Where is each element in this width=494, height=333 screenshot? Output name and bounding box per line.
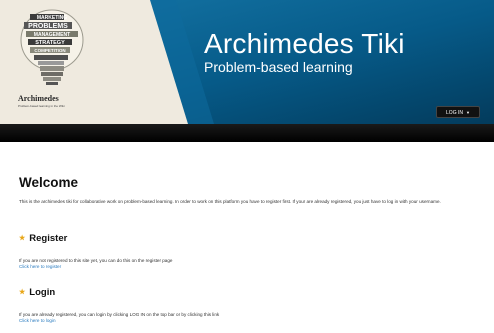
logo-word-2: PROBLEMS xyxy=(28,23,68,30)
register-section: If you are not registered to this site y… xyxy=(19,258,479,269)
star-icon: ★ xyxy=(19,235,26,243)
login-heading: ★ Login xyxy=(19,288,55,298)
intro-text: This is the archimedes tiki for collabor… xyxy=(19,198,441,204)
site-banner: MARKETING PROBLEMS MANAGEMENT STRATEGY C… xyxy=(0,0,494,124)
logo-tagline: Problem-based learning in the Wiki xyxy=(18,104,65,108)
logo-word-5: COMPETITION xyxy=(34,48,65,53)
logo[interactable]: MARKETING PROBLEMS MANAGEMENT STRATEGY C… xyxy=(0,0,150,124)
caret-down-icon: ▼ xyxy=(465,110,470,115)
login-button[interactable]: LOG IN ▼ xyxy=(436,106,480,118)
logo-word-1: MARKETING xyxy=(37,15,67,21)
login-button-label: LOG IN xyxy=(446,110,463,116)
main-content: Welcome This is the archimedes tiki for … xyxy=(19,175,479,323)
page-title: Welcome xyxy=(19,175,79,190)
login-section: If you are already registered, you can l… xyxy=(19,312,479,323)
login-heading-text: Login xyxy=(29,287,56,298)
logo-word-3: MANAGEMENT xyxy=(34,32,70,38)
logo-name: Archimedes xyxy=(18,94,59,103)
register-link[interactable]: Click here to register xyxy=(19,264,479,270)
site-title: Archimedes Tiki xyxy=(204,28,405,59)
register-heading-text: Register xyxy=(29,233,68,244)
logo-word-4: STRATEGY xyxy=(35,40,65,46)
top-navbar xyxy=(0,124,494,142)
site-subtitle: Problem-based learning xyxy=(204,59,353,75)
login-link[interactable]: Click here to login xyxy=(19,318,479,324)
star-icon: ★ xyxy=(19,289,26,297)
register-heading: ★ Register xyxy=(19,234,67,244)
